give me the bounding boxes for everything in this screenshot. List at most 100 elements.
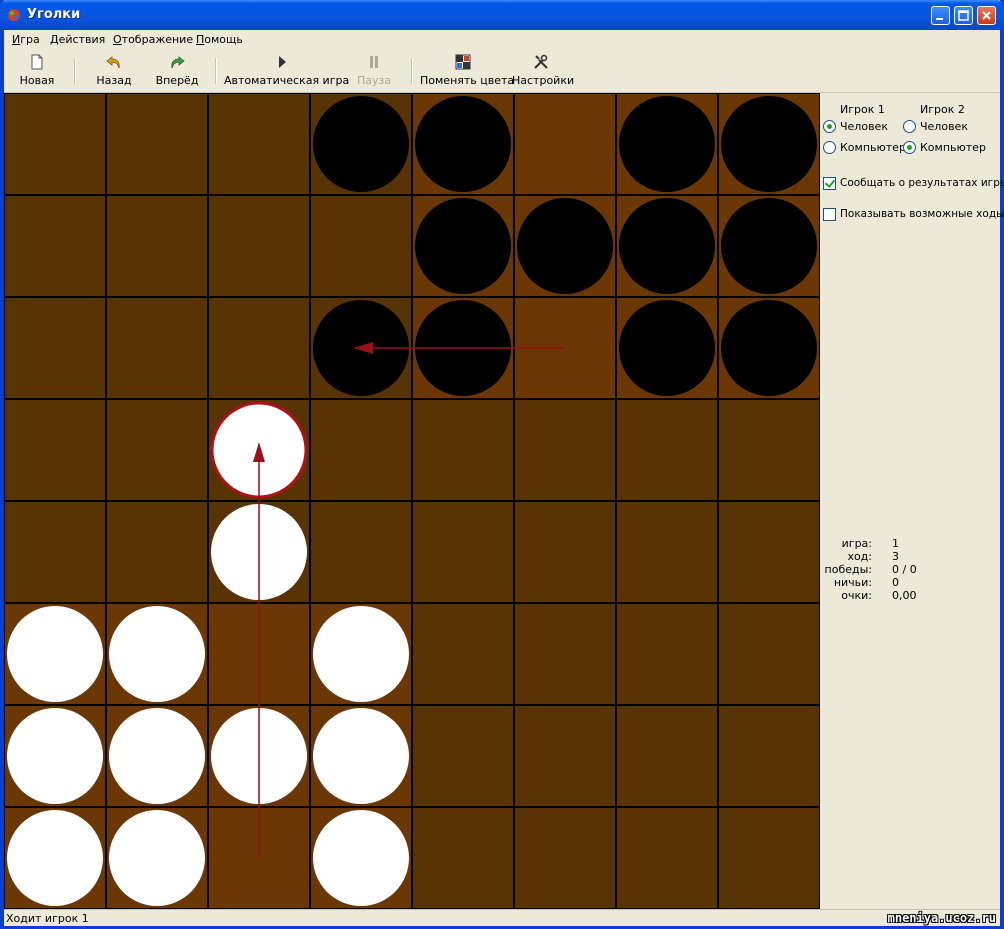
white-piece[interactable]	[7, 606, 103, 702]
show-moves-label[interactable]: Показывать возможные ходы	[840, 208, 1004, 220]
player1-computer-label[interactable]: Компьютер	[840, 141, 906, 154]
black-piece[interactable]	[415, 198, 511, 294]
board-square[interactable]	[515, 94, 615, 194]
new-document-icon	[31, 54, 43, 70]
close-button[interactable]	[977, 6, 996, 25]
pause-button[interactable]: Пауза	[352, 54, 396, 90]
pause-icon	[370, 56, 378, 68]
board-square[interactable]	[515, 502, 615, 602]
board-square[interactable]	[107, 400, 207, 500]
back-button[interactable]: Назад	[92, 54, 136, 90]
title-bar[interactable]: Уголки	[0, 0, 1004, 30]
menu-help[interactable]: Помощь	[196, 33, 243, 46]
board-square[interactable]	[413, 706, 513, 806]
board-square[interactable]	[107, 298, 207, 398]
stat-key: победы:	[824, 563, 872, 576]
board-square[interactable]	[5, 400, 105, 500]
player2-label: Игрок 2	[920, 103, 965, 116]
menu-view[interactable]: Отображение	[113, 33, 193, 46]
report-results-label[interactable]: Сообщать о результатах игры	[840, 177, 1004, 189]
black-piece[interactable]	[415, 96, 511, 192]
board-square[interactable]	[617, 400, 717, 500]
white-piece[interactable]	[313, 708, 409, 804]
menu-game[interactable]: Игра	[12, 33, 40, 46]
white-piece[interactable]	[313, 810, 409, 906]
black-piece[interactable]	[721, 96, 817, 192]
board-square[interactable]	[719, 502, 819, 602]
board-square[interactable]	[413, 400, 513, 500]
menu-actions[interactable]: Действия	[50, 33, 105, 46]
board-square[interactable]	[5, 502, 105, 602]
forward-button[interactable]: Вперёд	[154, 54, 200, 90]
black-piece[interactable]	[313, 96, 409, 192]
window-title: Уголки	[27, 7, 81, 22]
board-square[interactable]	[5, 298, 105, 398]
board-square[interactable]	[515, 604, 615, 704]
player1-human-radio[interactable]	[823, 120, 836, 133]
black-piece[interactable]	[721, 198, 817, 294]
show-moves-checkbox[interactable]	[823, 208, 836, 221]
board-square[interactable]	[107, 196, 207, 296]
white-piece[interactable]	[109, 708, 205, 804]
auto-play-button[interactable]: Автоматическая игра	[224, 54, 349, 90]
maximize-button[interactable]	[954, 6, 973, 25]
board-square[interactable]	[311, 400, 411, 500]
black-piece[interactable]	[619, 96, 715, 192]
white-piece[interactable]	[109, 810, 205, 906]
stat-key: ход:	[847, 550, 872, 563]
new-game-button[interactable]: Новая	[14, 54, 60, 90]
board-square[interactable]	[413, 808, 513, 908]
player2-human-label[interactable]: Человек	[920, 120, 968, 133]
player1-label: Игрок 1	[840, 103, 885, 116]
stat-key: ничьи:	[833, 576, 872, 589]
board-square[interactable]	[719, 808, 819, 908]
board-square[interactable]	[719, 706, 819, 806]
white-piece[interactable]	[109, 606, 205, 702]
board-square[interactable]	[515, 400, 615, 500]
board-square[interactable]	[107, 502, 207, 602]
player2-human-radio[interactable]	[903, 120, 916, 133]
board-square[interactable]	[617, 604, 717, 704]
black-piece[interactable]	[619, 198, 715, 294]
board-square[interactable]	[5, 94, 105, 194]
black-piece[interactable]	[721, 300, 817, 396]
white-piece[interactable]	[313, 606, 409, 702]
board-square[interactable]	[209, 196, 309, 296]
board-square[interactable]	[413, 502, 513, 602]
stat-key: очки:	[841, 589, 872, 602]
board-square[interactable]	[311, 502, 411, 602]
player1-computer-radio[interactable]	[823, 141, 836, 154]
board-square[interactable]	[209, 94, 309, 194]
minimize-button[interactable]	[931, 6, 950, 25]
board-square[interactable]	[107, 94, 207, 194]
board-square[interactable]	[515, 706, 615, 806]
white-piece[interactable]	[7, 708, 103, 804]
undo-icon	[106, 56, 120, 69]
settings-button[interactable]: Настройки	[512, 54, 574, 90]
black-piece[interactable]	[619, 300, 715, 396]
black-piece[interactable]	[517, 198, 613, 294]
app-icon	[8, 9, 20, 21]
board-square[interactable]	[617, 502, 717, 602]
board-square[interactable]	[719, 400, 819, 500]
board-canvas[interactable]	[4, 93, 820, 909]
player2-computer-radio[interactable]	[903, 141, 916, 154]
board-square[interactable]	[617, 706, 717, 806]
stat-value: 1	[892, 537, 899, 550]
board-square[interactable]	[413, 604, 513, 704]
report-results-checkbox[interactable]	[823, 177, 836, 190]
board-square[interactable]	[5, 196, 105, 296]
swap-colors-button[interactable]: Поменять цвета	[420, 54, 514, 90]
player1-human-label[interactable]: Человек	[840, 120, 888, 133]
board-square[interactable]	[617, 808, 717, 908]
game-board[interactable]	[4, 93, 820, 909]
board-square[interactable]	[209, 298, 309, 398]
white-piece[interactable]	[7, 810, 103, 906]
player2-computer-label[interactable]: Компьютер	[920, 141, 986, 154]
minimize-icon	[936, 18, 943, 20]
board-square[interactable]	[311, 196, 411, 296]
board-square[interactable]	[515, 808, 615, 908]
stat-value: 0	[892, 576, 899, 589]
board-square[interactable]	[719, 604, 819, 704]
stat-value: 3	[892, 550, 899, 563]
